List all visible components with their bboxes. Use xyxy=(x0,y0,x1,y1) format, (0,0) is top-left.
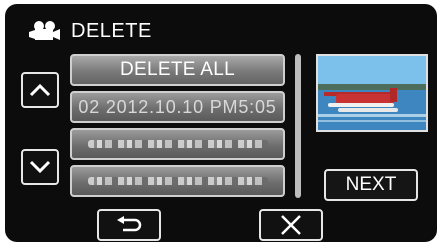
chevron-down-icon xyxy=(29,160,51,174)
chevron-up-icon xyxy=(29,83,51,97)
back-button[interactable] xyxy=(97,209,161,241)
scrollbar[interactable] xyxy=(295,54,301,198)
close-button[interactable] xyxy=(259,209,323,241)
delete-all-label: DELETE ALL xyxy=(120,59,235,80)
return-arrow-icon xyxy=(117,216,142,232)
file-date-label: 02 2012.10.10 PM5:05 xyxy=(78,96,277,117)
camera-screen: DELETE DELETE ALL 02 2012.10.10 PM5:05 N… xyxy=(5,4,437,242)
blurred-file-label xyxy=(87,140,268,148)
scroll-up-button[interactable] xyxy=(21,72,59,108)
preview-thumbnail xyxy=(316,54,428,132)
scroll-down-button[interactable] xyxy=(21,149,59,185)
header: DELETE xyxy=(29,18,152,44)
close-icon xyxy=(281,215,301,235)
delete-all-button[interactable]: DELETE ALL xyxy=(70,54,285,86)
page-title: DELETE xyxy=(71,19,152,42)
seaplane-photo xyxy=(318,56,426,130)
list-item[interactable] xyxy=(70,165,285,197)
movie-camera-icon xyxy=(29,21,60,40)
list-item[interactable] xyxy=(70,128,285,160)
blurred-file-label xyxy=(87,177,268,185)
next-button[interactable]: NEXT xyxy=(324,169,418,201)
list-item[interactable]: 02 2012.10.10 PM5:05 xyxy=(70,91,285,123)
